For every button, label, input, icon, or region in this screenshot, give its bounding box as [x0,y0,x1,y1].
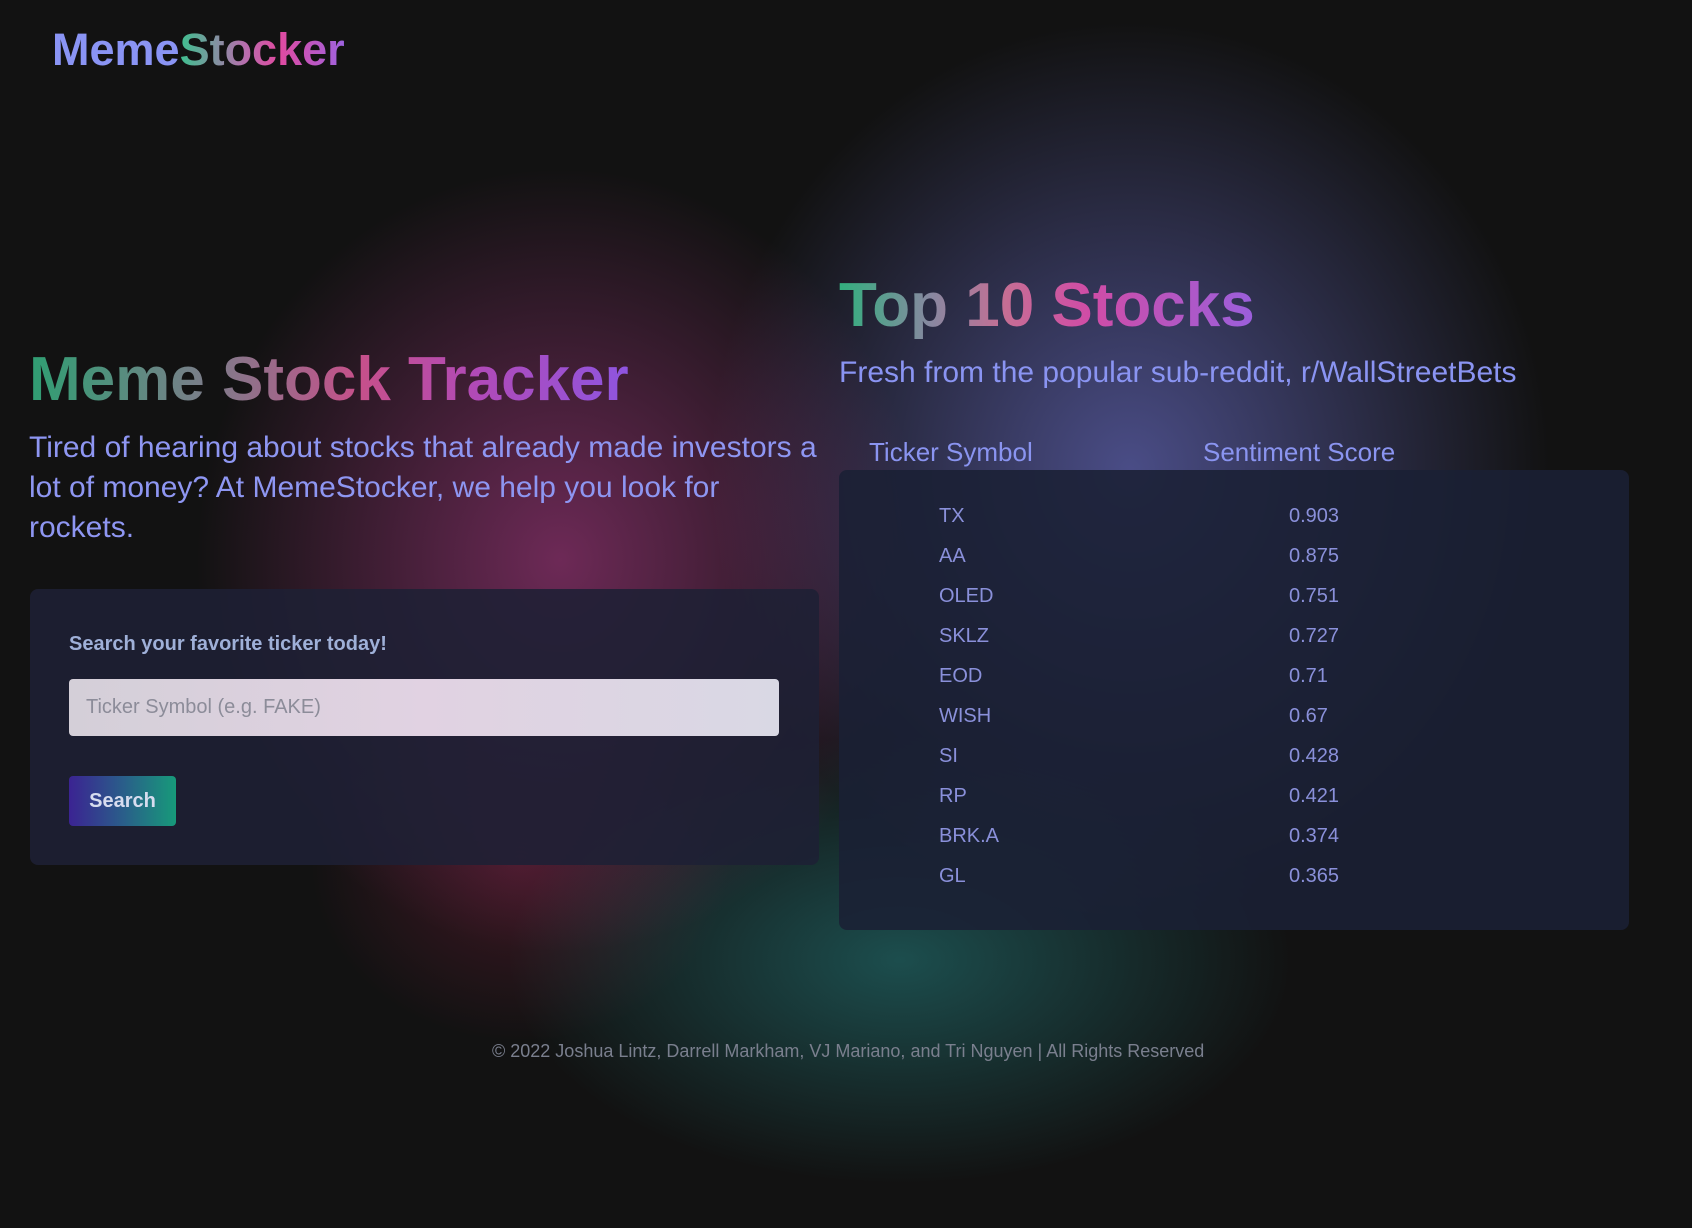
ticker-symbol: BRK.A [939,825,1000,847]
ticker-symbol: TX [939,505,965,527]
table-row: SI 0.428 [839,745,1629,785]
logo-text-stocker: Stocker [179,24,345,75]
footer-copyright: © 2022 Joshua Lintz, Darrell Markham, VJ… [492,1041,1205,1061]
search-button[interactable]: Search [69,776,176,826]
table-row: TX 0.903 [839,505,1629,545]
sentiment-score: 0.751 [1289,585,1340,607]
search-label: Search your favorite ticker today! [69,633,387,655]
ticker-symbol: RP [939,785,967,807]
sentiment-score: 0.71 [1289,665,1328,687]
sentiment-score: 0.875 [1289,545,1340,567]
ticker-symbol: GL [939,865,966,887]
sentiment-score: 0.421 [1289,785,1340,807]
ticker-symbol: AA [939,545,966,567]
sentiment-score: 0.374 [1289,825,1340,847]
table-row: WISH 0.67 [839,705,1629,745]
sentiment-score: 0.428 [1289,745,1340,767]
table-row: GL 0.365 [839,865,1629,905]
table-row: EOD 0.71 [839,665,1629,705]
table-row: OLED 0.751 [839,585,1629,625]
ticker-symbol: OLED [939,585,994,607]
column-header-score: Sentiment Score [1203,437,1396,467]
table-row: AA 0.875 [839,545,1629,585]
sentiment-score: 0.67 [1289,705,1328,727]
logo-text-meme: Meme [52,24,180,75]
table-row: BRK.A 0.374 [839,825,1629,865]
sentiment-score: 0.727 [1289,625,1340,647]
ticker-symbol: WISH [939,705,992,727]
hero-description: Tired of hearing about stocks that alrea… [29,431,817,544]
table-row: SKLZ 0.727 [839,625,1629,665]
ticker-symbol: SKLZ [939,625,990,647]
ticker-search-input[interactable] [69,679,779,736]
column-header-ticker: Ticker Symbol [869,437,1033,467]
sentiment-score: 0.903 [1289,505,1340,527]
ticker-symbol: EOD [939,665,983,687]
top-stocks-title: Top 10 Stocks [839,271,1255,340]
sentiment-score: 0.365 [1289,865,1340,887]
hero-title: Meme Stock Tracker [29,345,629,414]
logo[interactable]: MemeStocker [52,24,345,76]
top-stocks-subtitle: Fresh from the popular sub-reddit, r/Wal… [839,356,1517,389]
top-stocks-table: TX 0.903 AA 0.875 OLED 0.751 SKLZ 0.727 … [839,470,1629,930]
table-row: RP 0.421 [839,785,1629,825]
search-card: Search your favorite ticker today! Searc… [30,589,819,865]
ticker-symbol: SI [939,745,958,767]
